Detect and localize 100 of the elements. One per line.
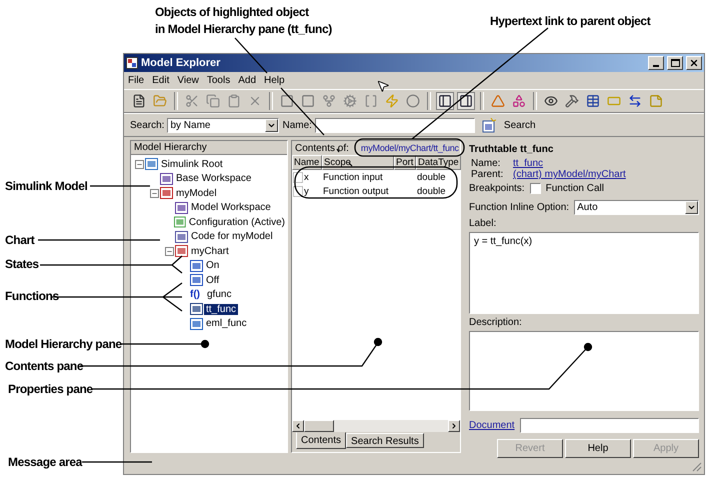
function-icon: f() <box>190 289 204 300</box>
tree-item[interactable]: Off <box>204 274 222 286</box>
tree-item[interactable]: tt_func <box>204 304 238 315</box>
circle-icon <box>406 94 420 108</box>
callout-label: Chart <box>5 233 34 247</box>
window-title: Model Explorer <box>141 57 222 69</box>
menu-item[interactable]: File <box>128 75 144 86</box>
model-icon <box>160 187 173 200</box>
chart-icon <box>175 245 188 258</box>
tree-item[interactable]: myModel <box>174 188 219 199</box>
column-header[interactable]: Name <box>292 155 322 170</box>
eye-icon <box>544 94 558 108</box>
maximize-button[interactable] <box>667 56 683 70</box>
search-by-dropdown[interactable]: by Name <box>167 118 280 132</box>
callout-label: States <box>5 257 39 271</box>
description-text-area[interactable] <box>469 331 699 411</box>
field-label: Name: <box>471 158 499 169</box>
root-icon <box>145 158 158 170</box>
document-link[interactable]: Document <box>469 420 515 431</box>
toolbar-button[interactable] <box>278 92 296 110</box>
table-cell: x <box>304 172 309 182</box>
panel-left-icon <box>438 94 452 108</box>
code-icon <box>175 230 188 243</box>
leader-line <box>82 461 152 463</box>
tree-item[interactable]: Base Workspace <box>174 173 254 184</box>
menu-item[interactable]: Help <box>264 75 285 86</box>
parent-link[interactable]: (chart) myModel/myChart <box>513 169 626 180</box>
search-document-icon <box>482 118 496 132</box>
truthtable-icon <box>190 303 203 316</box>
callout-label: Objects of highlighted object <box>155 5 309 19</box>
menu-item[interactable]: Tools <box>206 75 230 86</box>
workspace-icon <box>175 202 188 214</box>
tree-item[interactable]: Model Workspace <box>189 202 273 214</box>
close-button[interactable] <box>686 56 702 70</box>
minimize-button[interactable] <box>648 56 664 70</box>
table-cell: y <box>304 186 309 196</box>
paste-icon <box>227 94 241 108</box>
brackets-icon <box>364 94 378 108</box>
cut-icon <box>185 94 199 108</box>
callout-label: Message area <box>8 455 82 469</box>
tab[interactable]: Search Results <box>346 433 424 448</box>
pane-header: Model Hierarchy <box>131 141 287 155</box>
label-text-area[interactable]: y = tt_func(x) <box>469 232 699 314</box>
eml-icon <box>190 318 203 330</box>
callout-label: Hypertext link to parent object <box>490 14 650 28</box>
field-label: Description: <box>469 317 523 328</box>
inline-option-dropdown[interactable]: Auto <box>574 200 699 215</box>
path-link[interactable]: myModel/myChart/tt_func <box>360 143 459 153</box>
toolbar-button[interactable] <box>436 92 454 110</box>
hammer-icon <box>565 94 579 108</box>
maximize-icon <box>670 59 680 67</box>
state-icon <box>190 260 203 272</box>
menu-item[interactable]: View <box>177 75 199 86</box>
tree-item[interactable]: myChart <box>189 246 231 257</box>
copy-icon <box>206 94 220 108</box>
search-label: Search: <box>130 120 164 130</box>
workspace-icon <box>160 172 173 185</box>
resize-grip-icon <box>692 462 702 472</box>
tree-item[interactable]: Configuration (Active) <box>186 216 287 228</box>
horizontal-scrollbar[interactable] <box>292 420 460 432</box>
field-label: Label: <box>469 218 498 229</box>
menu-item[interactable]: Add <box>238 75 256 86</box>
tree-item[interactable]: Simulink Root <box>159 158 225 170</box>
menu-item[interactable]: Edit <box>152 75 170 86</box>
callout-label: in Model Hierarchy pane (tt_func) <box>155 22 332 36</box>
open-folder-icon <box>153 94 167 108</box>
callout-label: Model Hierarchy pane <box>5 337 122 351</box>
column-header[interactable]: Scope <box>322 155 394 170</box>
search-button[interactable]: Search <box>478 118 540 132</box>
tab[interactable]: Contents <box>296 432 346 449</box>
rectangle-icon <box>607 94 621 108</box>
checkbox[interactable] <box>530 183 541 194</box>
square-icon <box>301 94 315 108</box>
name-search-field[interactable] <box>314 118 475 132</box>
callout-label: Contents pane <box>5 359 84 373</box>
tree-item[interactable]: eml_func <box>204 318 249 330</box>
collapse-toggle[interactable] <box>150 188 159 198</box>
panel-right-icon <box>459 94 473 108</box>
scroll-left-icon <box>294 422 302 430</box>
triangle-icon <box>491 94 505 108</box>
state-icon <box>190 274 203 286</box>
lightning-icon <box>385 94 399 108</box>
document-field[interactable] <box>520 418 699 433</box>
toolbar-button[interactable] <box>457 92 475 110</box>
name-link[interactable]: tt_func <box>513 158 544 169</box>
swap-arrows-icon <box>628 94 642 108</box>
properties-title: Truthtable tt_func <box>469 144 554 155</box>
collapse-toggle[interactable] <box>165 246 174 256</box>
action-button[interactable]: Help <box>565 439 631 458</box>
tree-item[interactable]: gfunc <box>205 289 234 300</box>
field-label: Breakpoints: <box>469 183 525 194</box>
toolbar-button[interactable] <box>584 92 602 110</box>
callout-label: Properties pane <box>8 382 93 396</box>
tree-item[interactable]: On <box>204 260 222 272</box>
contents-label: Contents of: <box>295 142 349 154</box>
checkbox-label: Function Call <box>546 183 604 194</box>
shapes-icon <box>512 94 526 108</box>
collapse-toggle[interactable] <box>135 160 144 169</box>
tree-item[interactable]: Code for myModel <box>189 231 275 242</box>
gear-icon <box>343 94 357 108</box>
